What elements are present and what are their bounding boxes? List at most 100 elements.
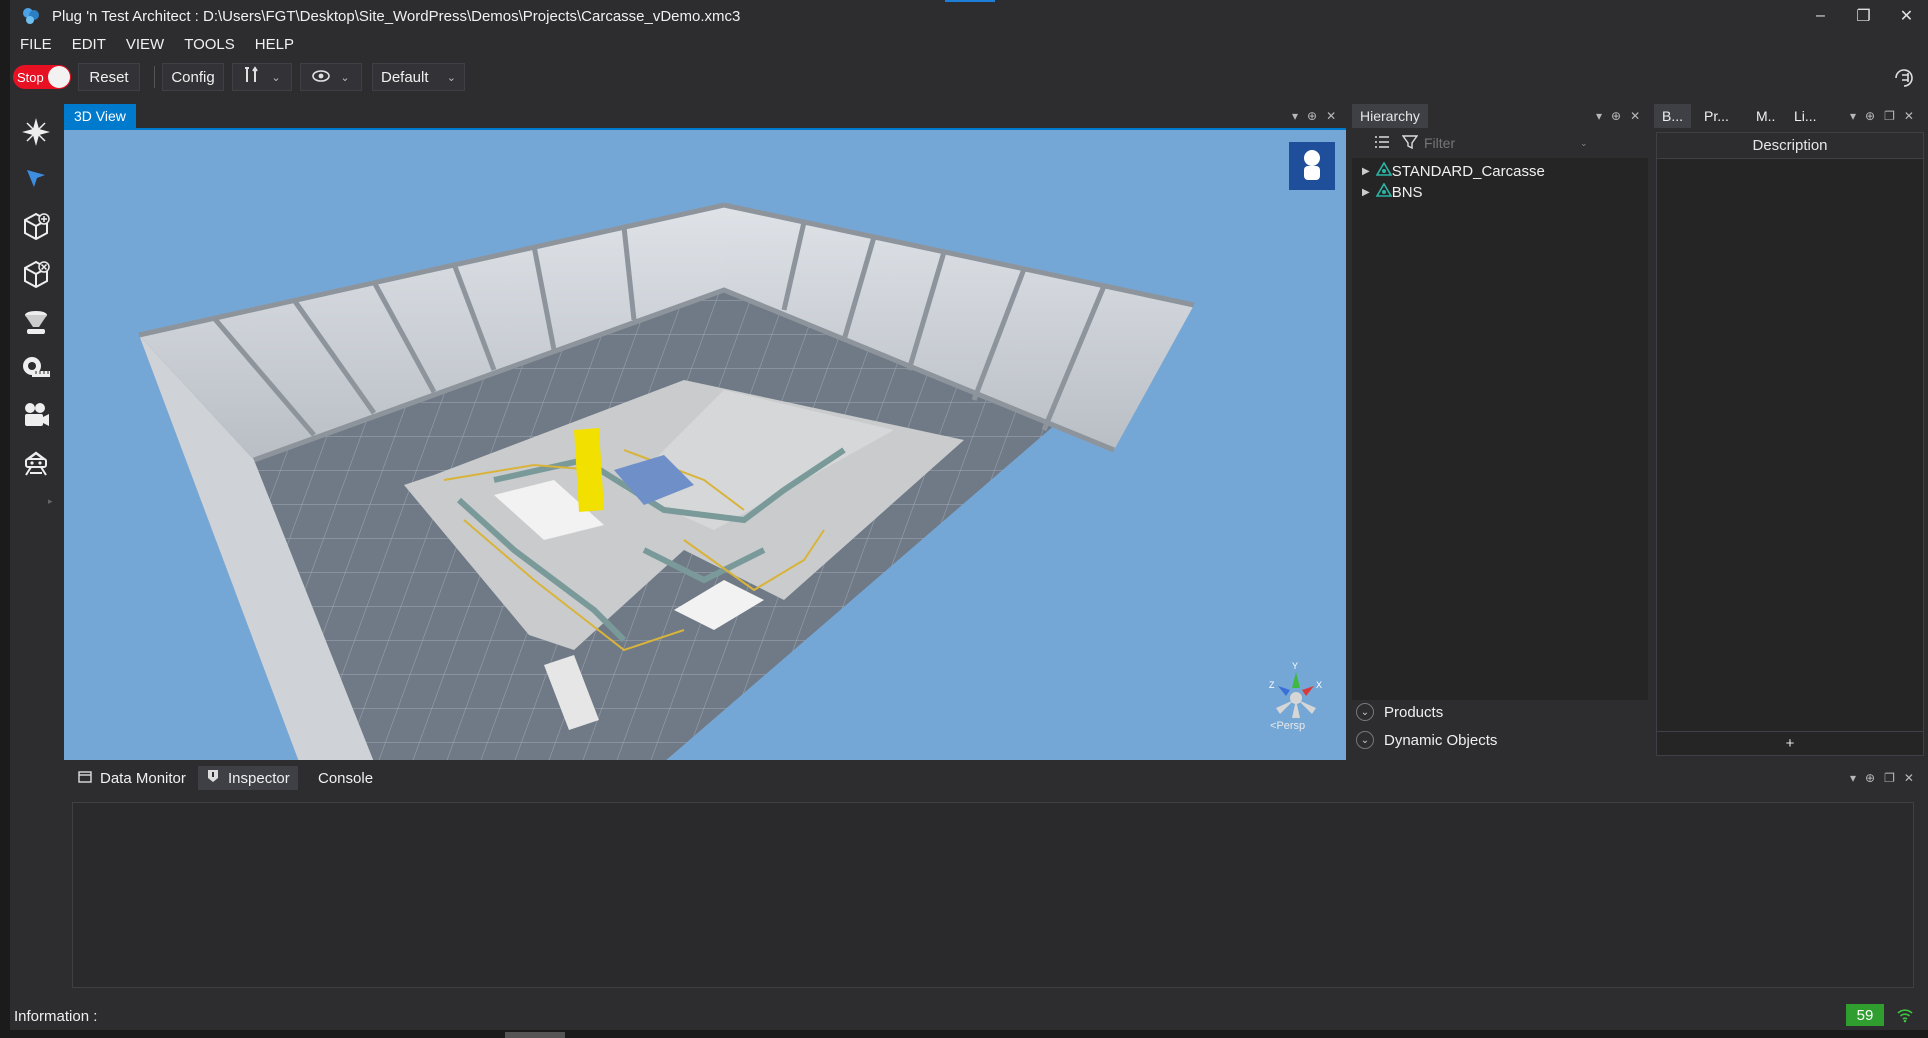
panel-menu-icon[interactable]: ▾ (1850, 771, 1856, 785)
svg-text:Y: Y (1292, 661, 1298, 671)
properties-panel: B... Pr... M.. Li... ▾ ⊕ ❐ ✕ Description… (1652, 104, 1928, 760)
filter-icon (1401, 134, 1419, 154)
expand-arrow-icon[interactable]: ▶ (1362, 187, 1370, 198)
stop-toggle-label: Stop (17, 69, 44, 85)
signal-icon (1896, 1007, 1914, 1027)
reset-button[interactable]: Reset (78, 63, 140, 91)
wrench-icon (243, 66, 261, 88)
remove-object-icon[interactable] (18, 256, 54, 292)
pointer-icon[interactable] (18, 160, 54, 196)
bottom-panel-controls: ▾ ⊕ ❐ ✕ (1850, 766, 1914, 790)
add-object-icon[interactable] (18, 208, 54, 244)
tab-3d-view[interactable]: 3D View (64, 104, 136, 128)
properties-body: Description + (1656, 132, 1924, 756)
list-view-icon[interactable] (1374, 134, 1390, 154)
left-window-edge (0, 0, 10, 1038)
panel-close-icon[interactable]: ✕ (1904, 109, 1914, 123)
stop-toggle[interactable]: Stop (13, 65, 71, 89)
tape-measure-icon[interactable] (18, 350, 54, 386)
toggle-knob (48, 66, 70, 88)
panel-close-icon[interactable]: ✕ (1904, 771, 1914, 785)
filter-options-icon[interactable]: ⌄ (1580, 138, 1588, 149)
tools-dropdown[interactable]: ⌄ (232, 63, 292, 91)
information-label: Information : (14, 1007, 98, 1025)
chevron-down-icon: ⌄ (1356, 731, 1374, 749)
tree-item-bns[interactable]: ▶ BNS (1362, 181, 1423, 203)
panel-close-icon[interactable]: ✕ (1326, 109, 1336, 123)
tab-label: Data Monitor (100, 769, 186, 787)
pin-icon[interactable]: ⊕ (1611, 109, 1621, 123)
panel-menu-icon[interactable]: ▾ (1850, 109, 1856, 123)
panel-menu-icon[interactable]: ▾ (1596, 109, 1602, 123)
section-products[interactable]: ⌄ Products (1356, 700, 1443, 724)
add-behaviour-button[interactable]: + (1657, 731, 1923, 755)
restore-button[interactable]: ❐ (1842, 0, 1885, 32)
right-panel-controls: ▾ ⊕ ❐ ✕ (1850, 104, 1914, 128)
tab-links[interactable]: Li... (1794, 104, 1817, 128)
pin-icon[interactable]: ⊕ (1307, 109, 1317, 123)
hierarchy-filter-input[interactable] (1424, 132, 1574, 154)
panel-menu-icon[interactable]: ▾ (1292, 109, 1298, 123)
section-dynamic-objects[interactable]: ⌄ Dynamic Objects (1356, 728, 1497, 752)
status-bar: Information : 59 (10, 1002, 1928, 1030)
minimize-button[interactable]: – (1799, 0, 1842, 32)
viewport-3d[interactable]: Y Z X <Persp (64, 128, 1346, 760)
tab-data-monitor[interactable]: Data Monitor (70, 766, 194, 790)
view3d-tabbar: 3D View (64, 104, 1346, 128)
expand-arrow-icon[interactable]: ▶ (1362, 166, 1370, 177)
svg-text:Z: Z (1269, 680, 1275, 690)
menu-view[interactable]: VIEW (126, 36, 177, 53)
tab-materials[interactable]: M.. (1756, 104, 1775, 128)
section-label: Dynamic Objects (1384, 731, 1498, 749)
pin-icon[interactable]: ⊕ (1865, 109, 1875, 123)
chevron-down-icon: ⌄ (340, 71, 350, 84)
assembly-icon (1375, 161, 1393, 180)
bottom-window-edge (0, 1030, 1928, 1038)
title-accent (945, 0, 995, 2)
axis-gizmo[interactable]: Y Z X <Persp (1264, 660, 1328, 732)
camera-icon[interactable] (18, 398, 54, 434)
tree-item-standard-carcasse[interactable]: ▶ STANDARD_Carcasse (1362, 160, 1545, 182)
hierarchy-panel-controls: ▾ ⊕ ✕ (1596, 104, 1640, 128)
menu-help[interactable]: HELP (255, 36, 307, 53)
inspector-content (72, 802, 1914, 988)
menu-file[interactable]: FILE (20, 36, 65, 53)
horizontal-scrollbar-thumb[interactable] (505, 1032, 565, 1038)
title-bar: Plug 'n Test Architect : D:\Users\FGT\De… (0, 0, 1928, 32)
pin-icon[interactable]: ⊕ (1865, 771, 1875, 785)
hierarchy-toolbar: ⌄ (1352, 128, 1648, 158)
tab-inspector[interactable]: Inspector (198, 766, 298, 790)
hierarchy-tabbar: Hierarchy (1352, 104, 1428, 128)
funnel-icon[interactable] (18, 304, 54, 340)
float-icon[interactable]: ❐ (1884, 109, 1895, 123)
monitor-icon (78, 770, 92, 787)
factory-scene (138, 142, 1335, 760)
fps-counter: 59 (1846, 1004, 1884, 1026)
float-icon[interactable]: ❐ (1884, 771, 1895, 785)
tab-label: Inspector (228, 769, 290, 787)
panel-close-icon[interactable]: ✕ (1630, 109, 1640, 123)
tab-properties[interactable]: Pr... (1704, 104, 1729, 128)
view-preset-value: Default (381, 68, 429, 86)
menu-tools[interactable]: TOOLS (184, 36, 248, 53)
description-column-header[interactable]: Description (1657, 133, 1923, 159)
robot-icon[interactable] (18, 446, 54, 482)
tab-hierarchy[interactable]: Hierarchy (1352, 104, 1428, 128)
strip-expander-icon[interactable]: ▸ (48, 496, 53, 507)
view-preset-select[interactable]: Default ⌄ (372, 63, 465, 91)
svg-text:X: X (1316, 680, 1322, 690)
tab-console[interactable]: Console (310, 766, 381, 790)
section-label: Products (1384, 703, 1444, 721)
compass-icon[interactable] (18, 114, 54, 150)
config-button[interactable]: Config (162, 63, 224, 91)
close-button[interactable]: ✕ (1885, 0, 1928, 32)
hierarchy-body: ⌄ ▶ STANDARD_Carcasse ▶ BNS ⌄ Products ⌄… (1352, 128, 1648, 760)
tree-item-label: BNS (1391, 183, 1423, 201)
plug-icon[interactable] (1890, 64, 1918, 92)
menu-edit[interactable]: EDIT (72, 36, 119, 53)
inspector-icon (206, 769, 220, 787)
visibility-dropdown[interactable]: ⌄ (300, 63, 362, 91)
tab-behaviours[interactable]: B... (1654, 104, 1692, 128)
camera-mode-label[interactable]: <Persp (1270, 720, 1305, 732)
hierarchy-accordion: ⌄ Products ⌄ Dynamic Objects (1352, 700, 1648, 760)
